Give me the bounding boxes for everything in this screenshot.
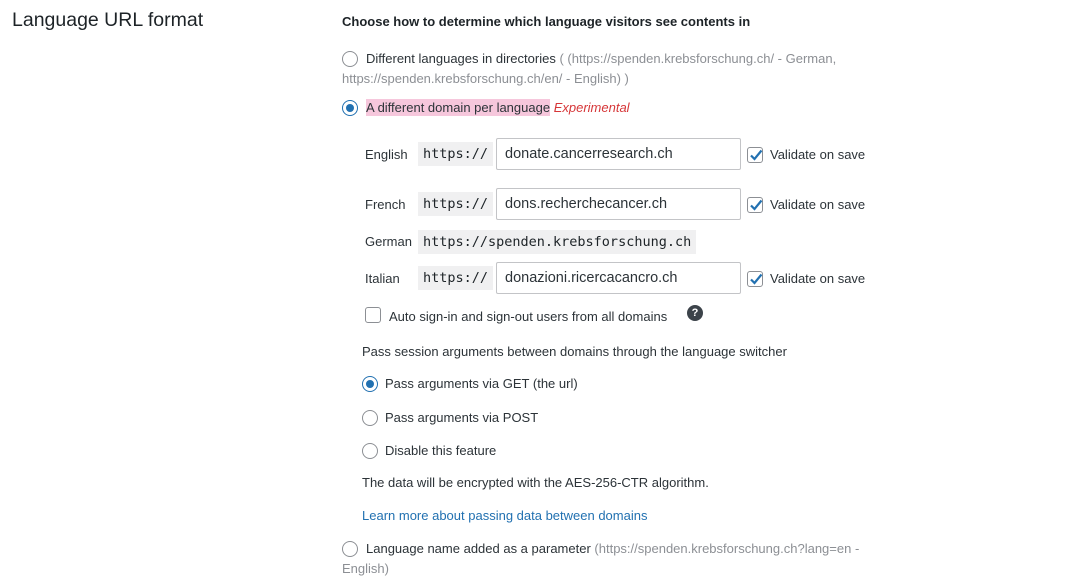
checkmark-icon — [750, 149, 763, 161]
option-parameter-label: Language name added as a parameter — [366, 541, 591, 556]
checkmark-icon — [750, 273, 763, 285]
option-parameter-example: (https://spenden.krebsforschung.ch?lang=… — [594, 541, 860, 556]
protocol-prefix-french: https:// — [418, 192, 494, 216]
disable-feature-label: Disable this feature — [385, 443, 497, 458]
checkmark-icon — [750, 199, 763, 211]
validate-label-italian: Validate on save — [770, 271, 866, 286]
session-description: Pass session arguments between domains t… — [362, 344, 787, 359]
radio-language-parameter[interactable] — [342, 541, 358, 557]
pass-post-label: Pass arguments via POST — [385, 410, 539, 425]
protocol-prefix-english: https:// — [418, 142, 494, 166]
option-directories-label: Different languages in directories — [366, 51, 556, 66]
validate-checkbox-french[interactable] — [747, 197, 763, 213]
validate-checkbox-english[interactable] — [747, 147, 763, 163]
lang-label-english: English — [365, 147, 408, 162]
domain-input-italian[interactable] — [496, 262, 741, 294]
radio-pass-get[interactable] — [362, 376, 378, 392]
german-fixed-url: https://spenden.krebsforschung.ch — [418, 230, 697, 254]
option-domain-per-language-label: A different domain per language — [366, 99, 551, 116]
option-language-parameter: Language name added as a parameter (http… — [366, 539, 859, 559]
section-title: Language URL format — [12, 9, 204, 31]
lang-label-italian: Italian — [365, 271, 400, 286]
option-directories: Different languages in directories ( (ht… — [366, 49, 836, 69]
language-url-format-settings: Choose how to determine which language v… — [342, 0, 1062, 576]
validate-label-english: Validate on save — [770, 147, 866, 162]
option-directories-example-cont: https://spenden.krebsforschung.ch/en/ - … — [342, 71, 629, 86]
option-parameter-example-cont: English) — [342, 561, 389, 576]
learn-more-link[interactable]: Learn more about passing data between do… — [362, 508, 647, 523]
experimental-badge: Experimental — [553, 100, 630, 115]
auto-signin-label: Auto sign-in and sign-out users from all… — [389, 309, 668, 324]
option-domain-per-language: A different domain per language Experime… — [366, 98, 630, 118]
encryption-note: The data will be encrypted with the AES-… — [362, 475, 709, 490]
lang-label-french: French — [365, 197, 406, 212]
lang-label-german: German — [365, 234, 412, 249]
radio-domain-per-language[interactable] — [342, 100, 358, 116]
radio-pass-post[interactable] — [362, 410, 378, 426]
pass-get-label: Pass arguments via GET (the url) — [385, 376, 578, 391]
validate-label-french: Validate on save — [770, 197, 866, 212]
protocol-prefix-italian: https:// — [418, 266, 494, 290]
domain-input-english[interactable] — [496, 138, 741, 170]
validate-checkbox-italian[interactable] — [747, 271, 763, 287]
settings-heading: Choose how to determine which language v… — [342, 14, 751, 29]
option-directories-example: ( (https://spenden.krebsforschung.ch/ - … — [559, 51, 837, 66]
radio-directories[interactable] — [342, 51, 358, 67]
auto-signin-checkbox[interactable] — [365, 307, 381, 323]
radio-disable-feature[interactable] — [362, 443, 378, 459]
domain-input-french[interactable] — [496, 188, 741, 220]
help-icon[interactable]: ? — [687, 305, 703, 321]
